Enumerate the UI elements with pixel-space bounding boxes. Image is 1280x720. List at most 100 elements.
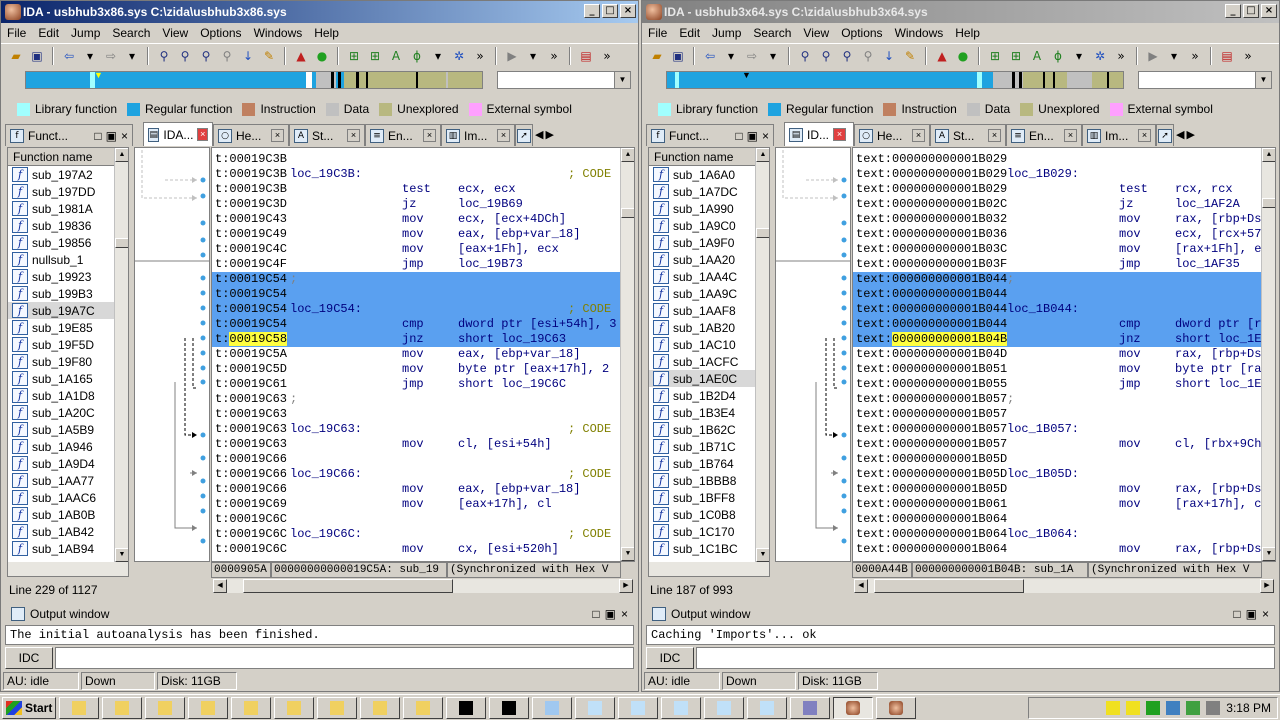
operand[interactable]: [eax+17h], cl <box>458 497 552 512</box>
scroll-left-icon[interactable]: ◀ <box>213 579 227 593</box>
code-line[interactable]: t:00019C3B loc_19C3B: ; CODE <box>212 167 620 182</box>
taskbar-folder-button[interactable] <box>360 696 400 719</box>
function-list-item[interactable]: f sub_1AAF8 <box>649 302 769 319</box>
code-line[interactable]: t:00019C6C mov cx, [esi+520h] <box>212 542 620 557</box>
tab-scroll-left-icon[interactable]: ◀ <box>1176 128 1184 141</box>
function-list-item[interactable]: f sub_1AC10 <box>649 336 769 353</box>
taskbar-app-button[interactable] <box>704 696 744 719</box>
horizontal-scrollbar[interactable]: ◀ ▶ <box>213 579 633 593</box>
tab-ida-view[interactable]: ▤ IDA... × <box>143 122 213 146</box>
function-list-item[interactable]: f sub_1ACFC <box>649 353 769 370</box>
taskbar-ida-button[interactable] <box>876 696 916 719</box>
taskbar-console-button[interactable] <box>446 696 486 719</box>
close-icon[interactable]: × <box>121 129 128 143</box>
dropdown-arrow-icon[interactable]: ▾ <box>722 47 740 65</box>
function-list-item[interactable]: f sub_1A5B9 <box>8 421 128 438</box>
scroll-up-icon[interactable]: ▲ <box>621 148 634 162</box>
back-icon[interactable]: ⇦ <box>701 47 719 65</box>
graph-icon[interactable]: ⊞ <box>986 47 1004 65</box>
idc-command-input[interactable] <box>55 647 634 669</box>
navigation-band[interactable] <box>666 71 1124 89</box>
function-list-item[interactable]: f sub_1B2D4 <box>649 387 769 404</box>
edit-icon[interactable]: ✎ <box>260 47 278 65</box>
search-binary-icon[interactable]: ⚲ <box>197 47 215 65</box>
tray-app-icon[interactable] <box>1186 701 1201 715</box>
dropdown-arrow-icon[interactable]: ▾ <box>81 47 99 65</box>
tab-exports[interactable]: ➚ <box>1156 124 1174 146</box>
code-line[interactable]: text:000000000001B044 loc_1B044: <box>853 302 1261 317</box>
function-list-item[interactable]: f sub_1A9D4 <box>8 455 128 472</box>
taskbar-ida-button[interactable] <box>833 696 873 719</box>
code-line[interactable]: text:000000000001B057 <box>853 407 1261 422</box>
operand[interactable]: cl, [esi+54h] <box>458 437 552 452</box>
code-line[interactable]: text:000000000001B03C mov [rax+1Fh], e <box>853 242 1261 257</box>
close-icon[interactable]: × <box>988 129 1001 142</box>
operand[interactable]: rax, [rbp+Ds <box>1175 542 1261 557</box>
code-line[interactable]: text:000000000001B05D <box>853 452 1261 467</box>
menu-help[interactable]: Help <box>955 26 980 40</box>
code-line[interactable]: t:00019C3B <box>212 152 620 167</box>
code-line[interactable]: t:00019C54 <box>212 287 620 302</box>
taskbar-folder-button[interactable] <box>59 696 99 719</box>
function-list-item[interactable]: f sub_1BBB8 <box>649 472 769 489</box>
xref-icon[interactable]: A <box>387 47 405 65</box>
code-line[interactable]: text:000000000001B05D mov rax, [rbp+Ds <box>853 482 1261 497</box>
operand[interactable]: short loc_19C6C <box>458 377 566 392</box>
function-list-item[interactable]: f sub_197DD <box>8 183 128 200</box>
function-list-item[interactable]: f sub_1981A <box>8 200 128 217</box>
code-line[interactable]: t:00019C69 mov [eax+17h], cl <box>212 497 620 512</box>
operand[interactable]: eax, [ebp+var_18] <box>458 347 580 362</box>
code-line[interactable]: text:000000000001B032 mov rax, [rbp+Ds <box>853 212 1261 227</box>
menu-edit[interactable]: Edit <box>679 26 700 40</box>
code-line[interactable]: t:00019C58 jnz short loc_19C63 <box>212 332 620 347</box>
dropdown-arrow-icon[interactable]: ▾ <box>764 47 782 65</box>
segment-dropdown[interactable]: ▼ <box>1138 71 1272 89</box>
operand[interactable]: [eax+1Fh], ecx <box>458 242 559 257</box>
tab-functions[interactable]: f Funct... □ ▣ × <box>5 124 133 146</box>
maximize-button[interactable]: □ <box>1243 4 1259 18</box>
vertical-scrollbar[interactable]: ▲ ▼ <box>114 148 128 576</box>
code-line[interactable]: text:000000000001B057 mov cl, [rbx+9Ch <box>853 437 1261 452</box>
operand[interactable]: rax, [rbp+Ds <box>1175 212 1261 227</box>
close-button[interactable]: × <box>620 4 636 18</box>
scroll-thumb[interactable] <box>621 208 634 218</box>
code-label[interactable]: loc_19C63: <box>290 422 362 437</box>
code-line[interactable]: t:00019C6C loc_19C6C: ; CODE <box>212 527 620 542</box>
close-icon[interactable]: × <box>912 129 925 142</box>
minimize-button[interactable]: _ <box>584 4 600 18</box>
function-list-item[interactable]: f sub_1A6A0 <box>649 166 769 183</box>
dropdown-arrow-icon[interactable]: ▾ <box>1070 47 1088 65</box>
tab-scroll-right-icon[interactable]: ▶ <box>1186 128 1194 141</box>
function-list-item[interactable]: f sub_1AA9C <box>649 285 769 302</box>
taskbar-app-button[interactable] <box>575 696 615 719</box>
operand[interactable]: ecx, ecx <box>458 182 516 197</box>
tab-enums[interactable]: ≡ En... × <box>1006 124 1082 146</box>
code-line[interactable]: t:00019C54; <box>212 272 620 287</box>
menu-options[interactable]: Options <box>200 26 241 40</box>
menu-jump[interactable]: Jump <box>71 26 100 40</box>
operand[interactable]: eax, [ebp+var_18] <box>458 482 580 497</box>
operand[interactable]: loc_1AF35 <box>1175 257 1240 272</box>
operand[interactable]: [rax+17h], c <box>1175 497 1261 512</box>
code-line[interactable]: text:000000000001B061 mov [rax+17h], c <box>853 497 1261 512</box>
start-button[interactable]: Start <box>2 696 56 719</box>
tray-app-icon[interactable] <box>1106 701 1121 715</box>
function-list-item[interactable]: f sub_1AAC6 <box>8 489 128 506</box>
tab-hex-view[interactable]: ○ He... × <box>854 124 930 146</box>
tab-structures[interactable]: A St... × <box>289 124 365 146</box>
float-icon[interactable]: ▣ <box>1246 607 1257 621</box>
play-icon[interactable]: ▶ <box>503 47 521 65</box>
search-binary-icon[interactable]: ⚲ <box>838 47 856 65</box>
title-bar[interactable]: IDA - usbhub3x86.sys C:\zida\usbhub3x86.… <box>1 1 638 23</box>
search-seq-icon[interactable]: ⚲ <box>218 47 236 65</box>
forward-icon[interactable]: ⇨ <box>743 47 761 65</box>
scroll-right-icon[interactable]: ▶ <box>619 579 633 593</box>
menu-windows[interactable]: Windows <box>254 26 303 40</box>
restore-icon[interactable]: □ <box>735 129 742 143</box>
tray-app-icon[interactable] <box>1206 701 1221 715</box>
tab-imports[interactable]: ▥ Im... × <box>1082 124 1156 146</box>
play-icon[interactable]: ▶ <box>1144 47 1162 65</box>
code-label[interactable]: loc_1B044: <box>1007 302 1079 317</box>
chevron-right-icon[interactable]: » <box>1112 47 1130 65</box>
code-line[interactable]: t:00019C54 cmp dword ptr [esi+54h], 3 <box>212 317 620 332</box>
